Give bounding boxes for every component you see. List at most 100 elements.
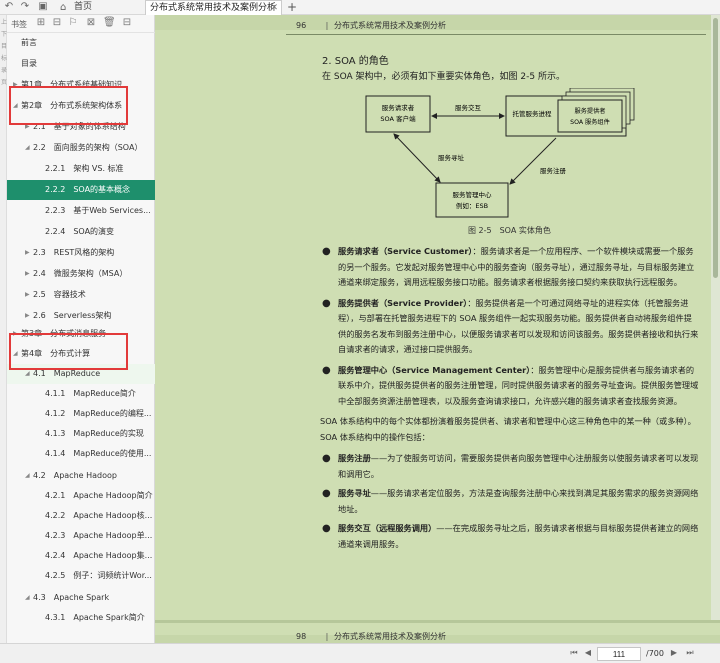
toc-item[interactable]: ▶ 第1章 分布式系统基础知识	[7, 75, 155, 95]
toc-item[interactable]: 4.2.2 Apache Hadoop核...	[7, 506, 155, 526]
toc-item[interactable]: ▶ 2.4 微服务架构（MSA）	[7, 264, 155, 284]
strip-label[interactable]: 下	[1, 31, 7, 39]
toc-item[interactable]: ▶ 2.6 Serverless架构	[7, 306, 155, 326]
toc-expand-icon[interactable]: ▶	[13, 324, 21, 344]
undo-icon[interactable]: ↶	[2, 1, 16, 13]
toc-item[interactable]: 4.1.3 MapReduce的实现	[7, 424, 155, 444]
toc-item-label: 4.1 MapReduce	[33, 369, 101, 378]
save-icon[interactable]: ▣	[36, 1, 50, 13]
strip-label[interactable]: 上	[1, 19, 7, 27]
toc-item-label: 2.3 REST风格的架构	[33, 248, 115, 257]
toc-item[interactable]: ◢ 4.3 Apache Spark	[7, 588, 155, 608]
toc-item-label: 4.2.3 Apache Hadoop单...	[45, 531, 153, 540]
toc-expand-icon[interactable]: ◢	[13, 344, 21, 364]
toc-expand-icon[interactable]: ▶	[25, 306, 33, 326]
toc-item[interactable]: 4.1.4 MapReduce的使用...	[7, 444, 155, 464]
total-pages: /700	[646, 649, 664, 658]
close-tab-icon[interactable]: ✕	[270, 1, 278, 15]
toc-item[interactable]: 4.1.1 MapReduce简介	[7, 384, 155, 404]
bullet-center: ● 服务管理中心（Service Management Center）：服务管理中…	[320, 363, 700, 410]
bookmark-add-icon[interactable]: ⊞	[35, 17, 47, 28]
scrollbar-thumb[interactable]	[713, 18, 718, 278]
bullet-dot: ●	[322, 364, 331, 376]
toc-item[interactable]: ▶ 2.1 基于对象的体系结构	[7, 117, 155, 137]
bullet-dot: ●	[322, 246, 331, 257]
operations-paragraph: SOA 体系结构中的每个实体都扮演着服务提供者、请求者和管理中心这三种角色中的某…	[320, 416, 696, 442]
op-term: 服务寻址	[338, 488, 371, 498]
toc-item[interactable]: 4.1.2 MapReduce的编程...	[7, 404, 155, 424]
page-number-input[interactable]	[597, 647, 641, 661]
bullet-term: 服务提供者（Service Provider）	[338, 297, 468, 308]
redo-icon[interactable]: ↷	[18, 1, 32, 13]
bullet-term: 服务请求者（Service Customer）	[338, 246, 473, 256]
toc-item-label: 2.2.1 架构 VS. 标准	[45, 164, 124, 173]
toc-item-label: 4.1.4 MapReduce的使用...	[45, 449, 152, 458]
first-page-icon[interactable]: ⏮	[568, 647, 580, 659]
status-bar: ⏮ ◀ /700 ▶ ⏭	[0, 643, 720, 663]
bullet-dot: ●	[322, 488, 331, 499]
bookmark-icon[interactable]: ⊟	[51, 17, 63, 28]
strip-label[interactable]: 标	[1, 55, 7, 63]
toc-expand-icon[interactable]: ◢	[25, 364, 33, 384]
toc-item[interactable]: 4.3.1 Apache Spark简介	[7, 608, 155, 628]
toc-expand-icon[interactable]: ◢	[25, 138, 33, 158]
next-page-icon[interactable]: ▶	[668, 647, 680, 659]
new-tab-button[interactable]: +	[286, 0, 298, 14]
requester-sublabel: SOA 客户端	[380, 114, 416, 123]
toc-item-label: 4.1.3 MapReduce的实现	[45, 429, 144, 438]
toc-item[interactable]: ◢ 第2章 分布式系统架构体系	[7, 96, 155, 116]
toc-item[interactable]: 2.2.4 SOA的演变	[7, 222, 155, 242]
provider-process-label: 托管服务进程	[513, 109, 553, 118]
toc-item-label: 2.6 Serverless架构	[33, 311, 112, 320]
bullet-provider: ● 服务提供者（Service Provider）：服务提供者是一个可通过网络寻址…	[320, 296, 700, 358]
toc-expand-icon[interactable]: ▶	[25, 117, 33, 137]
toc-item[interactable]: ◢ 2.2 面向服务的架构（SOA）	[7, 138, 155, 158]
op-find: ● 服务寻址——服务请求者定位服务，方法是查询服务注册中心来找到满足其服务需求的服…	[320, 486, 700, 517]
bullet-dot: ●	[322, 297, 331, 309]
toc-item[interactable]: ▶ 第3章 分布式消息服务	[7, 324, 155, 344]
toc-item-label: 2.4 微服务架构（MSA）	[33, 269, 128, 278]
strip-label[interactable]: 目	[1, 43, 7, 51]
bookmark-flag-icon[interactable]: ⚐	[67, 17, 79, 28]
op-register: ● 服务注册——为了使服务可访问，需要服务提供者向服务管理中心注册服务以使服务请求…	[320, 451, 700, 482]
toc-expand-icon[interactable]: ◢	[25, 466, 33, 486]
toc-item[interactable]: ◢ 第4章 分布式计算	[7, 344, 155, 364]
document-tab[interactable]: 分布式系统常用技术及案例分析 ✕	[145, 0, 282, 15]
toc-expand-icon[interactable]: ◢	[13, 96, 21, 116]
toc-item[interactable]: 目录	[7, 54, 155, 74]
toc-item[interactable]: 4.2.4 Apache Hadoop集...	[7, 546, 155, 566]
toc-item[interactable]: 4.2.1 Apache Hadoop简介	[7, 486, 155, 506]
toc-item[interactable]: 4.2.3 Apache Hadoop单...	[7, 526, 155, 546]
toc-item[interactable]: ▶ 2.3 REST风格的架构	[7, 243, 155, 263]
strip-label[interactable]: 页	[1, 79, 7, 87]
collapse-all-icon[interactable]: ⊟	[121, 17, 133, 28]
toc-item[interactable]: ▶ 2.5 容器技术	[7, 285, 155, 305]
toc-expand-icon[interactable]: ▶	[25, 243, 33, 263]
toc-expand-icon[interactable]: ◢	[25, 588, 33, 608]
op-term: 服务交互（远程服务调用）	[338, 523, 437, 533]
strip-label[interactable]: 录	[1, 67, 7, 75]
bookmark-mark-icon[interactable]: ⊠	[85, 17, 97, 28]
toc-expand-icon[interactable]: ▶	[25, 285, 33, 305]
toc-item[interactable]: 4.2.5 例子：词频统计Wor...	[7, 566, 155, 586]
toc-expand-icon[interactable]: ▶	[13, 75, 21, 95]
toc-item[interactable]: 2.2.3 基于Web Services...	[7, 201, 155, 221]
manager-sublabel: 例如：ESB	[456, 201, 488, 210]
toc-item[interactable]: 前言	[7, 33, 155, 53]
prev-page-icon[interactable]: ◀	[582, 647, 594, 659]
page-number: 96	[296, 21, 307, 30]
intro-text: 在 SOA 架构中，必须有如下重要实体角色，如图 2-5 所示。	[322, 72, 565, 82]
toc-expand-icon[interactable]: ▶	[25, 264, 33, 284]
manager-label: 服务管理中心	[453, 190, 493, 199]
delete-icon[interactable]: 🗑	[103, 17, 116, 28]
bookmark-sidebar: 书签 ⊞ ⊟ ⚐ ⊠ 🗑 ⊟ 前言 目录 ▶ 第1章 分布式系统基础知识 ◢ 第2章 分布…	[7, 15, 155, 643]
toc-item[interactable]: ◢ 4.2 Apache Hadoop	[7, 466, 155, 486]
toc-item[interactable]: ◢ 4.1 MapReduce	[7, 364, 155, 384]
figure-caption: 图 2-5 SOA 实体角色	[468, 226, 551, 235]
soa-roles-figure: 服务请求者 SOA 客户端 托管服务进程 服务提供者 SOA 服务组件 服务管理…	[365, 88, 635, 218]
toc-item[interactable]: 2.2.1 架构 VS. 标准	[7, 159, 155, 179]
toc-item[interactable]: 2.2.2 SOA的基本概念	[7, 180, 155, 200]
component-sublabel: SOA 服务组件	[570, 118, 610, 126]
home-tab[interactable]: ⌂ 首页	[60, 0, 92, 15]
last-page-icon[interactable]: ⏭	[684, 647, 696, 659]
